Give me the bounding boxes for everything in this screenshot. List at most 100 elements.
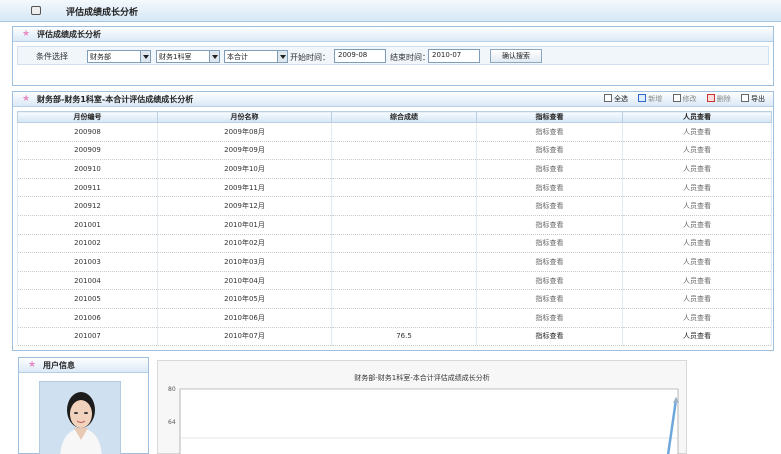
score-cell	[331, 141, 477, 161]
score-cell	[331, 122, 477, 142]
column-header[interactable]: 月份名称	[157, 111, 332, 123]
person-view-link[interactable]: 人员查看	[622, 327, 772, 347]
table-header-row: 月份编号 月份名称 综合成绩 指标查看 人员查看	[17, 111, 772, 123]
edit-icon	[672, 94, 681, 102]
filter-label: 条件选择	[36, 52, 68, 61]
window-titlebar: 评估成绩成长分析	[0, 0, 781, 22]
user-photo	[39, 381, 121, 454]
month-name-cell: 2009年09月	[157, 141, 332, 161]
start-time-label: 开始时间：	[290, 53, 330, 62]
indicator-view-link[interactable]: 指标查看	[476, 271, 623, 291]
person-view-link[interactable]: 人员查看	[622, 308, 772, 328]
table-row[interactable]: 201005 2010年05月 指标查看 人员查看	[17, 289, 772, 309]
department-select-value: 财务部	[90, 53, 111, 61]
toolbar: 全选 新增 修改 删除 导出	[596, 94, 765, 106]
select-all-checkbox[interactable]: 全选	[604, 94, 628, 104]
table-row[interactable]: 200910 2009年10月 指标查看 人员查看	[17, 159, 772, 179]
end-time-input[interactable]: 2010-07	[428, 49, 480, 63]
checkbox-icon[interactable]	[604, 94, 613, 102]
table-row[interactable]: 201001 2010年01月 指标查看 人员查看	[17, 215, 772, 235]
person-view-link[interactable]: 人员查看	[622, 141, 772, 161]
star-icon: ★	[22, 29, 31, 39]
score-cell	[331, 308, 477, 328]
column-header[interactable]: 指标查看	[476, 111, 623, 123]
month-name-cell: 2010年07月	[157, 327, 332, 347]
month-id-cell: 201003	[17, 252, 158, 272]
start-time-input[interactable]: 2009-08	[334, 49, 386, 63]
table-row[interactable]: 201006 2010年06月 指标查看 人员查看	[17, 308, 772, 328]
data-table: 月份编号 月份名称 综合成绩 指标查看 人员查看 200908 2009年08月指…	[17, 111, 772, 347]
month-name-cell: 2009年12月	[157, 196, 332, 216]
star-icon: ★	[22, 94, 31, 104]
month-id-cell: 200908	[17, 122, 158, 142]
add-label: 新增	[648, 95, 663, 103]
person-view-link[interactable]: 人员查看	[622, 271, 772, 291]
table-row[interactable]: 201007 2010年07月 76.5 指标查看 人员查看	[17, 327, 772, 347]
star-icon: ★	[28, 360, 37, 370]
table-row[interactable]: 200911 2009年11月 指标查看 人员查看	[17, 178, 772, 198]
office-select-value: 财务1科室	[159, 53, 192, 61]
table-row[interactable]: 201002 2010年02月 指标查看 人员查看	[17, 234, 772, 254]
person-view-link[interactable]: 人员查看	[622, 252, 772, 272]
person-view-link[interactable]: 人员查看	[622, 178, 772, 198]
indicator-view-link[interactable]: 指标查看	[476, 289, 623, 309]
list-panel-title: 财务部-财务1科室-本合计评估成绩成长分析	[37, 95, 194, 104]
person-view-link[interactable]: 人员查看	[622, 234, 772, 254]
indicator-view-link[interactable]: 指标查看	[476, 215, 623, 235]
indicator-view-link[interactable]: 指标查看	[476, 234, 623, 254]
chevron-down-icon[interactable]	[140, 51, 150, 62]
month-id-cell: 201002	[17, 234, 158, 254]
month-name-cell: 2010年06月	[157, 308, 332, 328]
table-row[interactable]: 200908 2009年08月 指标查看 人员查看	[17, 122, 772, 142]
indicator-view-link[interactable]: 指标查看	[476, 252, 623, 272]
indicator-view-link[interactable]: 指标查看	[476, 327, 623, 347]
table-row[interactable]: 200912 2009年12月 指标查看 人员查看	[17, 196, 772, 216]
person-view-link[interactable]: 人员查看	[622, 122, 772, 142]
indicator-view-link[interactable]: 指标查看	[476, 122, 623, 142]
department-select[interactable]: 财务部	[87, 50, 151, 63]
export-button[interactable]: 导出	[741, 94, 765, 104]
search-button[interactable]: 确认搜索	[490, 49, 542, 63]
user-panel-title: 用户信息	[43, 361, 75, 370]
scope-select[interactable]: 本合计	[224, 50, 288, 63]
edit-button[interactable]: 修改	[672, 94, 697, 104]
add-button[interactable]: 新增	[638, 94, 662, 104]
select-all-label: 全选	[614, 95, 629, 103]
office-select[interactable]: 财务1科室	[156, 50, 220, 63]
chevron-down-icon[interactable]	[277, 51, 287, 62]
user-panel-header: ★ 用户信息	[19, 358, 148, 373]
score-cell	[331, 252, 477, 272]
indicator-view-link[interactable]: 指标查看	[476, 308, 623, 328]
table-row[interactable]: 200909 2009年09月 指标查看 人员查看	[17, 141, 772, 161]
delete-button[interactable]: 删除	[706, 94, 731, 104]
person-view-link[interactable]: 人员查看	[622, 196, 772, 216]
table-body: 200908 2009年08月 指标查看 人员查看 200909 2009年09月 指标查看…	[17, 122, 772, 347]
add-icon	[638, 94, 647, 102]
column-header[interactable]: 人员查看	[622, 111, 772, 123]
scope-select-value: 本合计	[227, 53, 248, 61]
chart-panel: 财务部-财务1科室-本合计评估成绩成长分析 80 64	[157, 360, 687, 454]
table-row[interactable]: 201004 2010年04月 指标查看 人员查看	[17, 271, 772, 291]
column-header[interactable]: 月份编号	[17, 111, 158, 123]
condition-panel: ★ 评估成绩成长分析 条件选择 财务部 财务1科室 本合计 开始时间： 2009…	[12, 26, 774, 86]
indicator-view-link[interactable]: 指标查看	[476, 196, 623, 216]
month-id-cell: 201006	[17, 308, 158, 328]
chevron-down-icon[interactable]	[209, 51, 219, 62]
table-row[interactable]: 201003 2010年03月 指标查看 人员查看	[17, 252, 772, 272]
score-cell	[331, 234, 477, 254]
save-icon	[741, 94, 749, 102]
month-id-cell: 200911	[17, 178, 158, 198]
person-view-link[interactable]: 人员查看	[622, 215, 772, 235]
condition-panel-header: ★ 评估成绩成长分析	[13, 27, 773, 42]
indicator-view-link[interactable]: 指标查看	[476, 141, 623, 161]
person-view-link[interactable]: 人员查看	[622, 289, 772, 309]
month-id-cell: 201007	[17, 327, 158, 347]
indicator-view-link[interactable]: 指标查看	[476, 178, 623, 198]
month-name-cell: 2010年01月	[157, 215, 332, 235]
person-view-link[interactable]: 人员查看	[622, 159, 772, 179]
indicator-view-link[interactable]: 指标查看	[476, 159, 623, 179]
month-id-cell: 200909	[17, 141, 158, 161]
edit-label: 修改	[682, 95, 697, 103]
column-header[interactable]: 综合成绩	[331, 111, 477, 123]
score-cell	[331, 196, 477, 216]
